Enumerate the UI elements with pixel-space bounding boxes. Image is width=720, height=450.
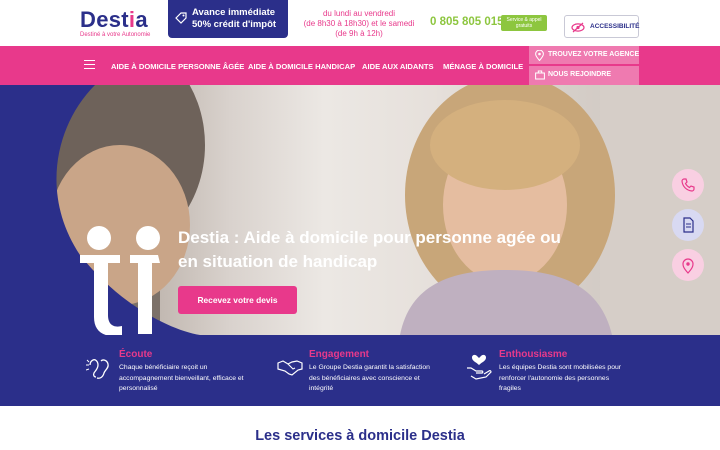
- nav-item-aide-handicap[interactable]: AIDE À DOMICILE HANDICAP: [248, 62, 355, 71]
- hours-line-3: (de 9h à 12h): [335, 29, 383, 38]
- value-ecoute: Écoute Chaque bénéficiaire reçoit un acc…: [86, 335, 256, 406]
- services-section-title: Les services à domicile Destia: [255, 428, 465, 444]
- heart-hands-icon: [467, 354, 492, 380]
- badge-line-2: gratuits: [515, 23, 533, 29]
- values-band: Écoute Chaque bénéficiaire reçoit un acc…: [0, 335, 720, 406]
- nav-item-aide-aidants[interactable]: AIDE AUX AIDANTS: [362, 62, 434, 71]
- phone-number[interactable]: 0 805 805 015: [430, 16, 504, 28]
- hours-line-2: (de 8h30 à 18h30) et le samedi: [303, 19, 415, 28]
- tag-icon: [175, 12, 187, 24]
- free-call-badge: Service & appel gratuits: [501, 15, 547, 31]
- find-agency-button[interactable]: TROUVEZ VOTRE AGENCE: [529, 46, 639, 64]
- side-quote-button[interactable]: [672, 209, 704, 241]
- side-location-button[interactable]: [672, 249, 704, 281]
- location-pin-icon: [682, 258, 694, 274]
- promo-line-1: Avance immédiate: [192, 7, 276, 18]
- value-title-engagement: Engagement: [309, 349, 370, 360]
- tax-credit-banner[interactable]: Avance immédiate 50% crédit d'impôt: [168, 0, 288, 38]
- value-engagement: Engagement Le Groupe Destia garantit la …: [277, 335, 447, 406]
- hero-photo: [0, 85, 720, 335]
- destia-logo[interactable]: Destia Destiné à votre Autonomie: [80, 7, 151, 39]
- value-title-ecoute: Écoute: [119, 349, 153, 360]
- hours-line-1: du lundi au vendredi: [322, 9, 396, 18]
- map-pin-icon: [535, 50, 544, 61]
- nav-item-menage[interactable]: MÉNAGE À DOMICILE: [443, 62, 523, 71]
- hero-title: Destia : Aide à domicile pour personne a…: [178, 228, 561, 271]
- document-icon: [683, 217, 694, 233]
- ear-icon: [86, 359, 109, 379]
- promo-line-2: 50% crédit d'impôt: [192, 19, 277, 30]
- opening-hours: du lundi au vendredi (de 8h30 à 18h30) e…: [296, 9, 422, 39]
- phone-icon: [681, 178, 695, 192]
- accessibility-label: ACCESSIBILITÉ: [590, 23, 640, 30]
- side-call-button[interactable]: [672, 169, 704, 201]
- find-agency-label: TROUVEZ VOTRE AGENCE: [548, 51, 640, 58]
- handshake-icon: [277, 360, 303, 376]
- logo-tagline: Destiné à votre Autonomie: [80, 32, 151, 38]
- value-title-enthousiasme: Enthousiasme: [499, 349, 568, 360]
- eye-slash-icon: [571, 22, 585, 33]
- nav-item-aide-personne-agee[interactable]: AIDE À DOMICILE PERSONNE ÂGÉE: [111, 62, 244, 71]
- value-text-enthousiasme: Les équipes Destia sont mobilisées pour …: [499, 364, 622, 392]
- hamburger-menu-icon[interactable]: [84, 60, 95, 69]
- get-quote-button[interactable]: Recevez votre devis: [178, 286, 297, 314]
- value-text-engagement: Le Groupe Destia garantit la satisfactio…: [309, 364, 430, 392]
- top-bar: Destia Destiné à votre Autonomie Avance …: [0, 0, 720, 46]
- join-us-label: NOUS REJOINDRE: [548, 71, 612, 78]
- value-text-ecoute: Chaque bénéficiaire reçoit un accompagne…: [119, 364, 244, 392]
- join-us-button[interactable]: NOUS REJOINDRE: [529, 66, 639, 85]
- value-enthousiasme: Enthousiasme Les équipes Destia sont mob…: [466, 335, 636, 406]
- briefcase-icon: [535, 70, 545, 80]
- logo-wordmark: Destia: [80, 7, 148, 32]
- hero-banner: Destia : Aide à domicile pour personne a…: [0, 85, 720, 335]
- accessibility-button[interactable]: ACCESSIBILITÉ: [564, 15, 639, 38]
